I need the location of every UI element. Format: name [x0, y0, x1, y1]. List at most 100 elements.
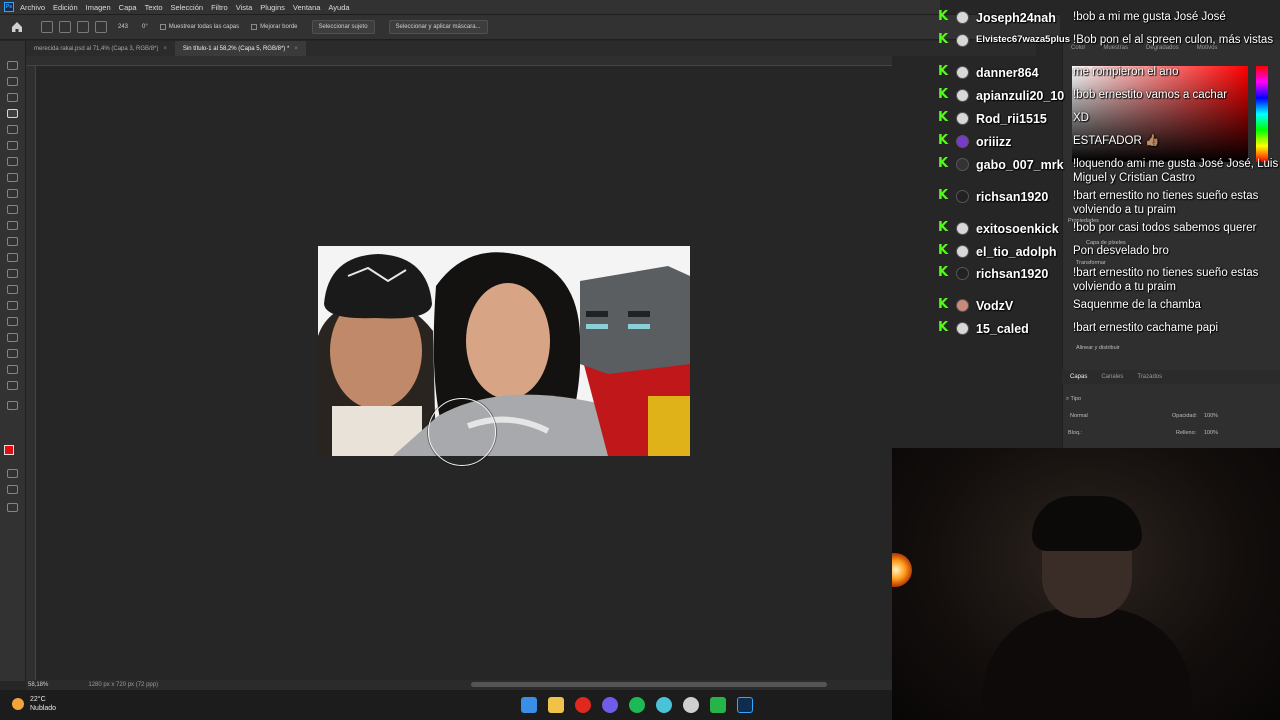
- kick-icon: K: [938, 265, 949, 280]
- windows-start-icon[interactable]: [521, 697, 537, 713]
- brush-tool-icon[interactable]: [7, 189, 18, 198]
- tab-channels[interactable]: Canales: [1101, 374, 1123, 380]
- path-selection-tool-icon[interactable]: [7, 333, 18, 342]
- kick-icon: K: [938, 320, 949, 335]
- clone-stamp-tool-icon[interactable]: [7, 205, 18, 214]
- select-subject-button[interactable]: Seleccionar sujeto: [311, 20, 375, 34]
- rectangle-tool-icon[interactable]: [7, 349, 18, 358]
- quick-selection-tool-icon[interactable]: [41, 21, 53, 33]
- eraser-tool-icon[interactable]: [7, 237, 18, 246]
- screen-mode-icon[interactable]: [7, 485, 18, 494]
- weather-widget[interactable]: 22°C Nublado: [12, 695, 56, 713]
- close-icon[interactable]: ×: [294, 46, 298, 52]
- status-bar: 58,18% 1280 px x 720 px (72 ppp): [26, 680, 892, 690]
- add-to-selection-icon[interactable]: [77, 21, 89, 33]
- file-explorer-icon[interactable]: [548, 697, 564, 713]
- opacity-value[interactable]: 100%: [1204, 413, 1218, 419]
- enhance-edge-box[interactable]: [251, 24, 258, 30]
- menu-ventana[interactable]: Ventana: [293, 3, 321, 12]
- menu-filtro[interactable]: Filtro: [211, 3, 228, 12]
- crop-tool-icon[interactable]: [7, 125, 18, 134]
- new-selection-icon[interactable]: [59, 21, 71, 33]
- horizontal-scrollbar[interactable]: [471, 682, 827, 687]
- pen-tool-icon[interactable]: [7, 301, 18, 310]
- lasso-tool-icon[interactable]: [7, 93, 18, 102]
- type-tool-icon[interactable]: [7, 317, 18, 326]
- taskbar-apps: [521, 697, 764, 713]
- opera-browser-icon[interactable]: [575, 697, 591, 713]
- sample-all-layers-checkbox[interactable]: Muestrear todas las capas: [159, 24, 240, 30]
- menu-imagen[interactable]: Imagen: [86, 3, 111, 12]
- chat-username: richsan1920: [976, 267, 1049, 281]
- kick-icon: K: [938, 9, 949, 24]
- dodge-tool-icon[interactable]: [7, 285, 18, 294]
- chat-text: !bart ernestito no tienes sueño estas vo…: [1073, 190, 1259, 216]
- frame-tool-icon[interactable]: [7, 141, 18, 150]
- quick-selection-tool-icon[interactable]: [7, 109, 18, 118]
- quick-mask-icon[interactable]: [7, 469, 18, 478]
- chat-username: el_tio_adolph: [976, 245, 1057, 259]
- tab-layers[interactable]: Capas: [1070, 374, 1087, 380]
- sample-all-layers-label: Muestrear todas las capas: [168, 24, 240, 30]
- tab-sin-titulo-1[interactable]: Sin título-1 al 58,2% (Capa 5, RGB/8*) *…: [174, 41, 306, 56]
- chat-text: ESTAFADOR 👍🏽: [1073, 135, 1160, 147]
- chat-text: !bob a mi me gusta José José: [1073, 11, 1226, 23]
- menu-texto[interactable]: Texto: [145, 3, 163, 12]
- zoom-tool-icon[interactable]: [7, 381, 18, 390]
- sample-all-layers-box[interactable]: [159, 24, 166, 30]
- discord-icon[interactable]: [602, 697, 618, 713]
- browser-icon[interactable]: [656, 697, 672, 713]
- tab-paths[interactable]: Trazados: [1137, 374, 1162, 380]
- gradient-tool-icon[interactable]: [7, 253, 18, 262]
- brush-size-value[interactable]: 243: [118, 24, 128, 30]
- angle-value[interactable]: 0°: [142, 24, 148, 30]
- chat-username: Rod_rii1515: [976, 112, 1047, 126]
- menu-capa[interactable]: Capa: [119, 3, 137, 12]
- menu-plugins[interactable]: Plugins: [260, 3, 285, 12]
- subtract-from-selection-icon[interactable]: [95, 21, 107, 33]
- foreground-color-swatch[interactable]: [4, 445, 14, 455]
- menu-edicion[interactable]: Edición: [53, 3, 78, 12]
- avatar: [956, 322, 969, 335]
- marquee-tool-icon[interactable]: [7, 77, 18, 86]
- document-canvas[interactable]: [318, 246, 690, 456]
- photoshop-logo: Ps: [4, 2, 14, 12]
- document-size: 1280 px x 720 px (72 ppp): [88, 682, 159, 688]
- enhance-edge-checkbox[interactable]: Mejorar borde: [251, 24, 298, 30]
- close-icon[interactable]: ×: [163, 46, 167, 52]
- more-tools-icon[interactable]: [7, 401, 18, 410]
- enhance-edge-label: Mejorar borde: [260, 24, 298, 30]
- blend-mode-select[interactable]: Normal: [1070, 413, 1088, 419]
- share-icon[interactable]: [7, 503, 18, 512]
- menu-archivo[interactable]: Archivo: [20, 3, 45, 12]
- move-tool-icon[interactable]: [7, 61, 18, 70]
- menu-seleccion[interactable]: Selección: [171, 3, 204, 12]
- composite-image: [318, 246, 690, 456]
- healing-brush-tool-icon[interactable]: [7, 173, 18, 182]
- eyedropper-tool-icon[interactable]: [7, 157, 18, 166]
- chat-username: exitosoenkick: [976, 222, 1059, 236]
- hand-tool-icon[interactable]: [7, 365, 18, 374]
- tab-merecida-rakai[interactable]: merecida rakai.psd al 71,4% (Capa 3, RGB…: [26, 41, 175, 56]
- fill-value[interactable]: 100%: [1204, 430, 1218, 436]
- app-icon[interactable]: [683, 697, 699, 713]
- history-brush-tool-icon[interactable]: [7, 221, 18, 230]
- home-icon[interactable]: [10, 20, 24, 34]
- select-and-mask-button[interactable]: Seleccionar y aplicar máscara...: [388, 20, 488, 34]
- menu-vista[interactable]: Vista: [236, 3, 253, 12]
- streamer-body: [982, 608, 1192, 720]
- horizontal-ruler: [26, 56, 892, 66]
- app-icon[interactable]: [710, 697, 726, 713]
- kick-icon: K: [938, 297, 949, 312]
- layer-kind-filter[interactable]: Tipo: [1071, 396, 1082, 402]
- spotify-icon[interactable]: [629, 697, 645, 713]
- chat-text: !bob por casi todos sabemos querer: [1073, 222, 1257, 234]
- avatar: [956, 135, 969, 148]
- menu-ayuda[interactable]: Ayuda: [328, 3, 349, 12]
- chat-text: Pon desvelado bro: [1073, 245, 1169, 257]
- blur-tool-icon[interactable]: [7, 269, 18, 278]
- avatar: [956, 66, 969, 79]
- chat-text: !bart ernestito no tienes sueño estas vo…: [1073, 267, 1259, 293]
- zoom-level[interactable]: 58,18%: [28, 682, 48, 688]
- photoshop-taskbar-icon[interactable]: [737, 697, 753, 713]
